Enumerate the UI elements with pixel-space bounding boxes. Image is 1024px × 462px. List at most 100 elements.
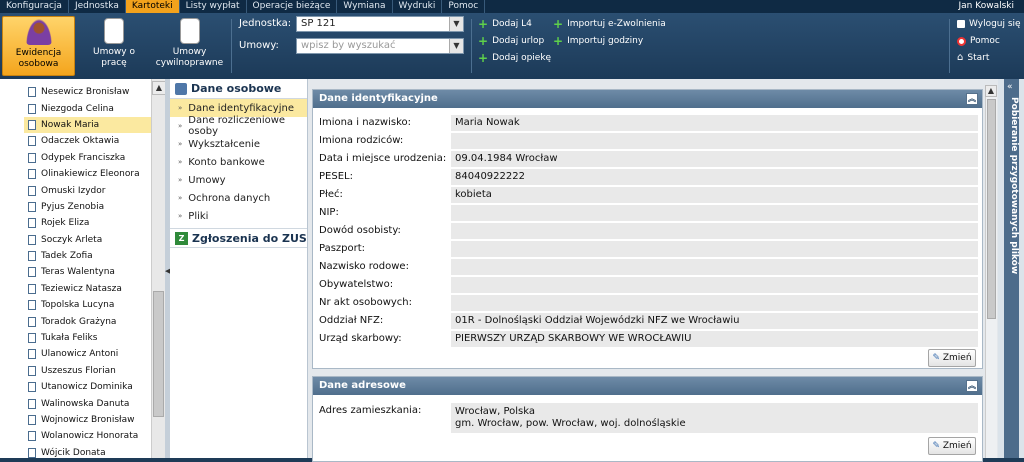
double-chevron-left-icon[interactable]: « — [1007, 82, 1013, 92]
nav-item-pliki[interactable]: » Pliki — [170, 207, 307, 225]
list-item[interactable]: Soczyk Arleta — [24, 232, 151, 248]
list-item[interactable]: Teziewicz Natasza — [24, 281, 151, 297]
lock-icon — [957, 20, 965, 28]
document-icon — [28, 152, 36, 163]
list-item[interactable]: Wojnowicz Bronisław — [24, 412, 151, 428]
person-icon — [25, 19, 52, 45]
nav-section-dane-osobowe[interactable]: Dane osobowe — [170, 79, 307, 99]
list-item[interactable]: Wolanowicz Honorata — [24, 428, 151, 444]
start-button[interactable]: ⌂ Start — [957, 52, 989, 64]
collapse-icon[interactable]: ︽ — [966, 93, 978, 105]
nav-section-zus[interactable]: Z Zgłoszenia do ZUS — [170, 228, 307, 248]
umowy-o-prace-button[interactable]: Umowy o pracę — [80, 16, 148, 76]
ribbon: Ewidencja osobowa Umowy o pracę Umowy cy… — [0, 13, 1024, 79]
chevron-down-icon[interactable]: ▼ — [449, 17, 463, 31]
list-item[interactable]: Omuski Izydor — [24, 182, 151, 198]
importuj-ezwolnienia-button[interactable]: + Importuj e-Zwolnienia — [553, 18, 666, 30]
dodaj-opieke-button[interactable]: + Dodaj opiekę — [478, 52, 551, 64]
document-icon — [28, 283, 36, 294]
list-item[interactable]: Tadek Zofia — [24, 248, 151, 264]
files-side-panel[interactable]: « Pobieranie przygotowanych plików — [998, 79, 1024, 458]
field-row: Nazwisko rodowe: — [317, 259, 980, 275]
list-item[interactable]: Utanowicz Dominika — [24, 379, 151, 395]
tab-pomoc[interactable]: Pomoc — [442, 0, 486, 13]
field-row: NIP: — [317, 205, 980, 221]
tab-jednostka[interactable]: Jednostka — [69, 0, 126, 13]
nav-item-ochrona-danych[interactable]: » Ochrona danych — [170, 189, 307, 207]
pomoc-button[interactable]: Pomoc — [957, 35, 1000, 47]
list-item[interactable]: Teras Walentyna — [24, 264, 151, 280]
document-icon — [28, 87, 36, 98]
umowy-cywilnoprawne-button[interactable]: Umowy cywilnoprawne — [152, 16, 227, 76]
field-value — [451, 241, 978, 257]
list-item-selected[interactable]: Nowak Maria — [24, 116, 151, 134]
field-label: Oddział NFZ: — [319, 315, 384, 326]
list-item[interactable]: Uszeszus Florian — [24, 363, 151, 379]
jednostka-select[interactable]: SP 121 ▼ — [296, 16, 464, 32]
scrollbar-thumb[interactable] — [153, 291, 164, 417]
document-icon — [28, 316, 36, 327]
document-icon — [28, 119, 36, 130]
tab-listy-wyplat[interactable]: Listy wypłat — [180, 0, 247, 13]
list-item[interactable]: Odaczek Oktawia — [24, 133, 151, 149]
tab-kartoteki[interactable]: Kartoteki — [125, 0, 180, 13]
double-chevron-icon: » — [178, 194, 183, 202]
field-label: Płeć: — [319, 189, 343, 200]
ewidencja-osobowa-button[interactable]: Ewidencja osobowa — [2, 16, 75, 76]
importuj-godziny-button[interactable]: + Importuj godziny — [553, 35, 643, 47]
list-item[interactable]: Pyjus Zenobia — [24, 199, 151, 215]
plus-icon: + — [553, 17, 564, 31]
list-item[interactable]: Odypek Franciszka — [24, 150, 151, 166]
document-icon — [28, 185, 36, 196]
scroll-up-icon[interactable]: ▲ — [985, 85, 997, 97]
tab-konfiguracja[interactable]: Konfiguracja — [0, 0, 69, 13]
employee-name: Olinakiewicz Eleonora — [41, 169, 140, 180]
document-icon — [28, 349, 36, 360]
tab-operacje-biezace[interactable]: Operacje bieżące — [247, 0, 338, 13]
employee-name: Ulanowicz Antoni — [41, 349, 119, 360]
importuj-ezw-label: Importuj e-Zwolnienia — [567, 19, 666, 29]
list-item[interactable]: Olinakiewicz Eleonora — [24, 166, 151, 182]
tab-wydruki[interactable]: Wydruki — [393, 0, 443, 13]
list-item[interactable]: Toradok Grażyna — [24, 313, 151, 329]
panel-title: Dane adresowe — [319, 380, 406, 391]
wyloguj-button[interactable]: Wyloguj się — [957, 18, 1021, 30]
nav-item-konto-bankowe[interactable]: » Konto bankowe — [170, 153, 307, 171]
address-line-1: Wrocław, Polska — [455, 406, 535, 417]
list-item[interactable]: Ulanowicz Antoni — [24, 346, 151, 362]
nav-item-dane-rozliczeniowe[interactable]: » Dane rozliczeniowe osoby — [170, 115, 307, 137]
field-label: Dowód osobisty: — [319, 225, 401, 236]
edit-identification-button[interactable]: ✎ Zmień — [928, 349, 976, 367]
scrollbar-thumb[interactable] — [987, 99, 996, 319]
dodaj-urlop-button[interactable]: + Dodaj urlop — [478, 35, 544, 47]
list-item[interactable]: Wójcik Donata — [24, 445, 151, 461]
employee-name: Utanowicz Dominika — [41, 382, 133, 393]
nav-item-wyksztalcenie[interactable]: » Wykształcenie — [170, 135, 307, 153]
list-item[interactable]: Nesewicz Bronisław — [24, 84, 151, 100]
list-item[interactable]: Walinowska Danuta — [24, 395, 151, 411]
collapse-icon[interactable]: ︽ — [966, 380, 978, 392]
chevron-down-icon[interactable]: ▼ — [449, 39, 463, 53]
document-icon — [28, 136, 36, 147]
main-scrollbar[interactable]: ▲ — [985, 85, 997, 458]
ewidencja-label: Ewidencja osobowa — [15, 48, 62, 69]
employee-list-scrollbar[interactable]: ▲ — [151, 79, 166, 458]
list-item[interactable]: Topolska Lucyna — [24, 297, 151, 313]
umowy-search-input[interactable]: wpisz by wyszukać ▼ — [296, 38, 464, 54]
document-icon — [28, 201, 36, 212]
field-label: Adres zamieszkania: — [319, 405, 422, 416]
dodaj-l4-button[interactable]: + Dodaj L4 — [478, 18, 532, 30]
side-panel-title: Pobieranie przygotowanych plików — [1009, 97, 1019, 275]
employee-list: Nesewicz Bronisław Niezgoda Celina Nowak… — [24, 84, 151, 461]
nav-item-label: Dane identyfikacyjne — [188, 102, 294, 114]
list-item[interactable]: Niezgoda Celina — [24, 100, 151, 116]
scroll-up-icon[interactable]: ▲ — [152, 81, 166, 95]
list-item[interactable]: Tukała Feliks — [24, 330, 151, 346]
nav-item-umowy[interactable]: » Umowy — [170, 171, 307, 189]
edit-address-button[interactable]: ✎ Zmień — [928, 437, 976, 455]
tab-wymiana[interactable]: Wymiana — [337, 0, 393, 13]
plus-icon: + — [478, 34, 489, 48]
list-item[interactable]: Rojek Eliza — [24, 215, 151, 231]
lifebuoy-icon — [957, 36, 966, 46]
employee-name: Uszeszus Florian — [41, 365, 116, 376]
